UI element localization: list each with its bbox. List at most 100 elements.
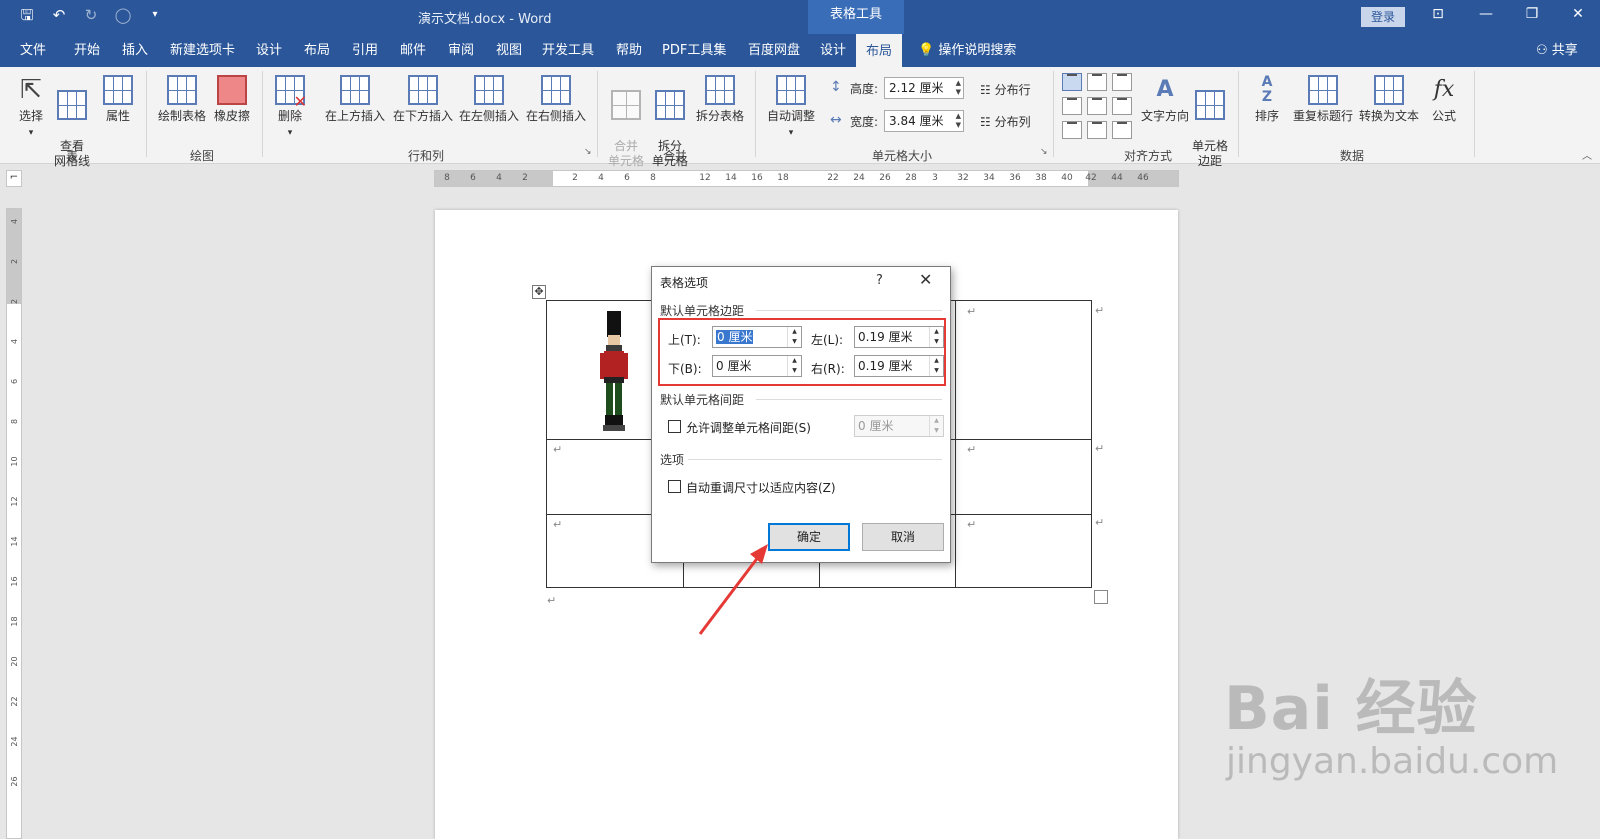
tell-me-search[interactable]: 💡 操作说明搜索	[918, 34, 1016, 67]
tab-layout[interactable]: 布局	[302, 34, 332, 67]
tab-developer[interactable]: 开发工具	[540, 34, 596, 67]
share-button[interactable]: ⚇ 共享	[1536, 34, 1578, 67]
ruler-tick-label: 22	[10, 696, 19, 707]
split-table-button[interactable]: 拆分表格	[694, 75, 746, 124]
width-spinner[interactable]: ▲ ▼	[956, 112, 961, 130]
tab-help[interactable]: 帮助	[614, 34, 644, 67]
draw-table-button[interactable]: 绘制表格	[156, 75, 208, 124]
height-field[interactable]: 2.12 厘米 ▲ ▼	[884, 77, 964, 99]
tab-selector[interactable]: ⌐	[6, 170, 22, 187]
align-middle-left-button[interactable]	[1062, 97, 1082, 115]
tab-mailings[interactable]: 邮件	[398, 34, 428, 67]
top-margin-spinner[interactable]: ▲ ▼	[787, 327, 801, 347]
horizontal-ruler[interactable]: 8 6 4 2 2 4 6 8 12 14 16 18 22 24 26 28 3 32 34 36 38 40 42 44 4…	[434, 170, 1179, 187]
customize-qat-icon[interactable]: ▾	[146, 6, 164, 24]
distribute-cols-button[interactable]: ☷ 分布列	[980, 113, 1031, 130]
autofit-icon	[776, 75, 806, 105]
merge-cells-button[interactable]: 合并 单元格	[606, 75, 646, 169]
tab-baidu-netdisk[interactable]: 百度网盘	[746, 34, 802, 67]
cell-size-launcher-icon[interactable]: ↘	[1040, 147, 1048, 157]
ok-button[interactable]: 确定	[768, 523, 850, 551]
convert-to-text-button[interactable]: 转换为文本	[1356, 75, 1422, 124]
group-divider	[262, 71, 263, 157]
insert-below-button[interactable]: 在下方插入	[390, 75, 456, 124]
align-top-right-button[interactable]	[1112, 73, 1132, 91]
right-margin-spinner[interactable]: ▲ ▼	[929, 356, 943, 376]
insert-right-label: 在右侧插入	[525, 109, 586, 123]
minimize-icon[interactable]: —	[1476, 6, 1496, 22]
insert-above-button[interactable]: 在上方插入	[322, 75, 388, 124]
insert-right-button[interactable]: 在右侧插入	[523, 75, 589, 124]
tab-file[interactable]: 文件	[18, 34, 48, 67]
undo-icon[interactable]: ↶	[50, 6, 68, 24]
group-cell-size-label: 单元格大小	[871, 149, 932, 163]
cell-margins-button[interactable]: 单元格 边距	[1190, 75, 1230, 169]
rows-cols-launcher-icon[interactable]: ↘	[584, 147, 592, 157]
close-icon[interactable]: ✕	[919, 270, 932, 289]
width-field[interactable]: 3.84 厘米 ▲ ▼	[884, 110, 964, 132]
table-move-handle-icon[interactable]: ✥	[532, 285, 546, 299]
table-resize-handle[interactable]	[1094, 590, 1108, 604]
ruler-tick-label: 14	[10, 536, 19, 547]
align-top-left-button[interactable]	[1062, 73, 1082, 91]
fx-icon: fx	[1433, 77, 1455, 102]
cancel-button[interactable]: 取消	[862, 523, 944, 551]
align-middle-center-button[interactable]	[1087, 97, 1107, 115]
align-top-center-button[interactable]	[1087, 73, 1107, 91]
text-direction-button[interactable]: A 文字方向	[1138, 75, 1192, 124]
help-icon[interactable]: ?	[876, 273, 883, 288]
delete-button[interactable]: ✕ 删除 ▾	[272, 75, 308, 141]
ribbon-display-icon[interactable]: ⊡	[1428, 6, 1448, 22]
circle-icon[interactable]: ◯	[114, 6, 132, 24]
height-spinner[interactable]: ▲ ▼	[956, 79, 961, 97]
top-margin-field[interactable]: 0 厘米 ▲ ▼	[712, 326, 802, 348]
tab-review[interactable]: 审阅	[446, 34, 476, 67]
right-margin-field[interactable]: 0.19 厘米 ▲ ▼	[854, 355, 944, 377]
tab-view[interactable]: 视图	[494, 34, 524, 67]
draw-table-label: 绘制表格	[157, 109, 206, 123]
left-margin-field[interactable]: 0.19 厘米 ▲ ▼	[854, 326, 944, 348]
cell-spacing-section-label: 默认单元格间距	[660, 393, 745, 407]
restore-icon[interactable]: ❐	[1522, 6, 1542, 22]
tab-home[interactable]: 开始	[72, 34, 102, 67]
group-divider	[146, 71, 147, 157]
formula-button[interactable]: fx 公式	[1426, 75, 1462, 124]
bottom-margin-field[interactable]: 0 厘米 ▲ ▼	[712, 355, 802, 377]
align-bottom-center-button[interactable]	[1087, 121, 1107, 139]
properties-button[interactable]: 属性	[98, 75, 138, 124]
sort-button[interactable]: AZ 排序	[1250, 75, 1284, 124]
tab-pdf-tools[interactable]: PDF工具集	[660, 34, 728, 67]
vertical-ruler[interactable]: 4 2 2 4 6 8 10 12 14 16 18 20 22 24 26	[6, 208, 22, 839]
ruler-tick-label: 2	[10, 298, 19, 305]
document-title: 演示文档.docx - Word	[418, 12, 552, 27]
distribute-rows-icon: ☷	[980, 83, 991, 97]
align-bottom-right-button[interactable]	[1112, 121, 1132, 139]
align-middle-right-button[interactable]	[1112, 97, 1132, 115]
redo-icon[interactable]: ↻	[82, 6, 100, 24]
paragraph-mark: ↵	[967, 305, 977, 318]
tab-table-design[interactable]: 设计	[818, 34, 848, 67]
bottom-margin-spinner[interactable]: ▲ ▼	[787, 356, 801, 376]
left-margin-spinner[interactable]: ▲ ▼	[929, 327, 943, 347]
tab-new-tab[interactable]: 新建选项卡	[168, 34, 237, 67]
select-button[interactable]: ⇱ 选择 ▾	[14, 75, 48, 141]
ruler-tick-label: 22	[827, 173, 839, 183]
distribute-rows-button[interactable]: ☷ 分布行	[980, 81, 1031, 98]
insert-left-button[interactable]: 在左侧插入	[456, 75, 522, 124]
repeat-header-rows-button[interactable]: 重复标题行	[1288, 75, 1358, 124]
allow-spacing-checkbox[interactable]	[668, 420, 681, 433]
collapse-ribbon-icon[interactable]: ︿	[1582, 147, 1592, 162]
login-button[interactable]: 登录	[1361, 7, 1405, 27]
tab-references[interactable]: 引用	[350, 34, 380, 67]
allow-spacing-label: 允许调整单元格间距(S)	[686, 421, 811, 435]
tab-table-layout[interactable]: 布局	[856, 34, 903, 67]
autofit-button[interactable]: 自动调整 ▾	[764, 75, 818, 141]
save-icon[interactable]: 🖫	[18, 6, 36, 24]
tab-design[interactable]: 设计	[254, 34, 284, 67]
eraser-button[interactable]: 橡皮擦	[212, 75, 252, 124]
close-window-icon[interactable]: ✕	[1568, 6, 1588, 22]
align-bottom-left-button[interactable]	[1062, 121, 1082, 139]
autoresize-checkbox[interactable]	[668, 480, 681, 493]
tab-insert[interactable]: 插入	[120, 34, 150, 67]
top-margin-label: 上(T):	[668, 333, 701, 347]
